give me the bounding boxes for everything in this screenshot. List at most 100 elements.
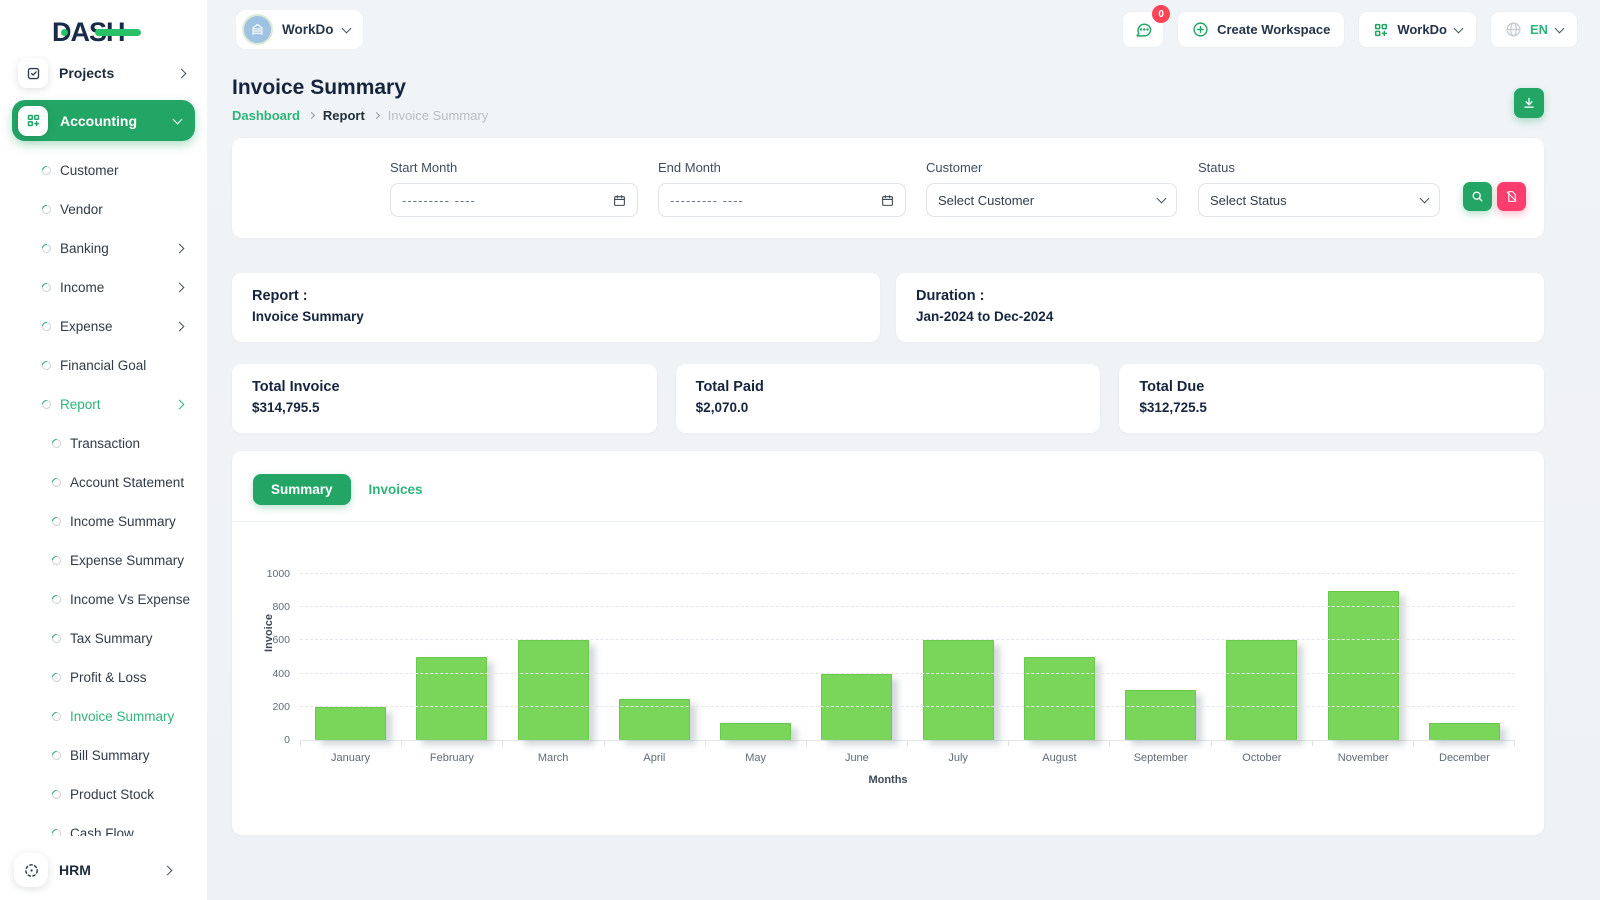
bar-slot <box>1110 555 1211 740</box>
x-tick <box>1412 741 1516 746</box>
y-tick-label: 400 <box>272 667 290 680</box>
bar-august <box>1023 657 1095 740</box>
total-due-value: $312,725.5 <box>1139 400 1207 415</box>
sidebar-item-bill-summary[interactable]: Bill Summary <box>0 736 207 775</box>
sidebar-item-account-statement[interactable]: Account Statement <box>0 463 207 502</box>
chevron-right-icon <box>174 243 185 254</box>
chart-xlabels: January February March April May June July Augu… <box>300 752 1515 764</box>
circle-bullet-icon <box>40 203 53 216</box>
x-tick-label: August <box>1042 752 1077 764</box>
create-workspace-button[interactable]: Create Workspace <box>1177 11 1346 48</box>
x-tick-label: October <box>1242 752 1282 764</box>
apply-filter-button[interactable] <box>1463 182 1492 211</box>
language-selector[interactable]: EN <box>1489 11 1578 48</box>
x-tick-label: March <box>537 752 569 764</box>
circle-bullet-icon <box>50 788 63 801</box>
sidebar-item-invoice-summary[interactable]: Invoice Summary <box>0 697 207 736</box>
breadcrumb-separator-icon <box>372 111 380 120</box>
sidebar-item-expense[interactable]: Expense <box>0 307 207 346</box>
circle-bullet-icon <box>40 398 53 411</box>
circle-bullet-icon <box>50 749 63 762</box>
app-logo[interactable]: DASH <box>52 14 141 50</box>
sidebar-item-tax-summary[interactable]: Tax Summary <box>0 619 207 658</box>
sidebar-item-banking[interactable]: Banking <box>0 229 207 268</box>
report-value: Invoice Summary <box>252 309 364 324</box>
x-tick-label: January <box>331 752 371 764</box>
tab-summary[interactable]: Summary <box>253 474 351 505</box>
sidebar-item-report[interactable]: Report <box>0 385 207 424</box>
breadcrumb: Dashboard Report Invoice Summary <box>232 108 488 123</box>
workspace-switcher[interactable]: WorkDo <box>235 9 364 50</box>
circle-bullet-icon <box>50 671 63 684</box>
bar-march <box>517 640 589 740</box>
y-tick-label: 1000 <box>266 568 290 580</box>
bar-october <box>1226 640 1298 740</box>
bar-slot <box>300 555 401 740</box>
start-month-input[interactable]: --------- ---- <box>390 183 638 217</box>
sidebar-item-label: Income Summary <box>70 514 176 529</box>
workspace-menu-label: WorkDo <box>1397 22 1447 37</box>
total-invoice-value: $314,795.5 <box>252 400 320 415</box>
sidebar-item-hrm[interactable]: HRM <box>12 850 195 890</box>
report-label: Report : <box>252 288 308 304</box>
bar-may <box>720 723 792 740</box>
projects-checkbox-icon <box>18 58 48 88</box>
sidebar-item-transaction[interactable]: Transaction <box>0 424 207 463</box>
end-month-input[interactable]: --------- ---- <box>658 183 906 217</box>
page-content: Invoice Summary Dashboard Report Invoice… <box>232 58 1545 835</box>
sidebar-item-income-vs-expense[interactable]: Income Vs Expense <box>0 580 207 619</box>
accounting-grid-icon <box>18 105 48 136</box>
sidebar-item-label: Financial Goal <box>60 358 147 373</box>
sidebar-item-cash-flow[interactable]: Cash Flow <box>0 814 207 836</box>
start-month-placeholder: --------- ---- <box>402 192 476 208</box>
circle-bullet-icon <box>50 515 63 528</box>
tab-invoices[interactable]: Invoices <box>363 474 429 505</box>
start-month-label: Start Month <box>390 160 458 175</box>
y-tick-label: 200 <box>272 700 290 713</box>
chevron-down-icon <box>172 114 183 124</box>
download-report-button[interactable] <box>1514 88 1544 118</box>
chevron-down-icon <box>1419 193 1430 204</box>
breadcrumb-dashboard[interactable]: Dashboard <box>232 108 300 123</box>
customer-label: Customer <box>926 160 983 175</box>
sidebar-item-label: Income Vs Expense <box>70 592 191 607</box>
report-info-row: Report : Invoice Summary Duration : Jan-… <box>232 273 1544 342</box>
sidebar-item-accounting[interactable]: Accounting <box>12 100 195 141</box>
bar-february <box>416 657 488 740</box>
chevron-down-icon <box>341 23 351 33</box>
circle-bullet-icon <box>50 632 63 645</box>
status-select[interactable]: Select Status <box>1198 183 1440 217</box>
x-tick-label: December <box>1439 752 1490 764</box>
sidebar-item-customer[interactable]: Customer <box>0 151 207 190</box>
workspace-menu-button[interactable]: WorkDo <box>1358 11 1477 48</box>
sidebar-item-income-summary[interactable]: Income Summary <box>0 502 207 541</box>
reset-filter-button[interactable] <box>1497 182 1526 211</box>
x-tick-label: July <box>948 752 968 764</box>
gridline <box>300 639 1515 641</box>
sidebar-item-income[interactable]: Income <box>0 268 207 307</box>
chart-tickrow <box>300 741 1516 746</box>
y-tick-label: 0 <box>284 734 290 746</box>
bar-slot <box>1313 555 1414 740</box>
create-workspace-label: Create Workspace <box>1217 22 1331 37</box>
gridline <box>300 573 1515 574</box>
bar-slot <box>705 555 806 740</box>
x-tick <box>300 741 401 746</box>
sidebar-item-financial-goal[interactable]: Financial Goal <box>0 346 207 385</box>
bar-november <box>1327 590 1399 740</box>
messages-button[interactable]: 0 <box>1122 5 1171 48</box>
sidebar-item-expense-summary[interactable]: Expense Summary <box>0 541 207 580</box>
customer-select[interactable]: Select Customer <box>926 183 1177 217</box>
chart-area: Invoice 0 200 400 600 800 1000 January Februar… <box>232 522 1544 786</box>
sidebar-item-vendor[interactable]: Vendor <box>0 190 207 229</box>
chevron-right-icon <box>174 282 185 293</box>
bar-slot <box>908 555 1009 740</box>
chart-plot: 0 200 400 600 800 1000 <box>267 555 1515 746</box>
breadcrumb-report[interactable]: Report <box>323 108 365 123</box>
total-paid-value: $2,070.0 <box>695 400 749 415</box>
sidebar-item-projects[interactable]: Projects <box>12 56 195 90</box>
sidebar-item-product-stock[interactable]: Product Stock <box>0 775 207 814</box>
x-tick-label: February <box>429 752 474 764</box>
sidebar-item-profit-loss[interactable]: Profit & Loss <box>0 658 207 697</box>
sidebar-item-label: Income <box>60 280 105 295</box>
